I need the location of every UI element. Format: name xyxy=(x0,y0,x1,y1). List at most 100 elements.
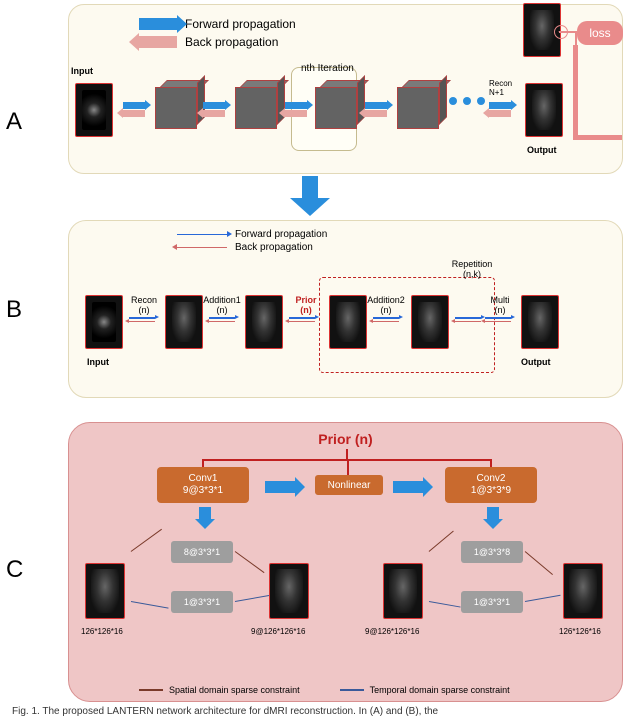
back-arrow-glyph xyxy=(139,36,177,48)
panel-a: Forward propagation Back propagation Lab… xyxy=(68,4,623,174)
filter-left-spatial-label: 8@3*3*1 xyxy=(184,547,220,557)
filter-left-spatial: 8@3*3*1 xyxy=(171,541,233,563)
b-conn-4 xyxy=(373,317,399,322)
conv1-dims: 9@3*3*1 xyxy=(183,485,223,497)
legend-b-forward-label: Forward propagation xyxy=(235,229,327,240)
legend-b: Forward propagation Back propagation xyxy=(177,229,327,255)
nth-iteration-label: nth Iteration xyxy=(301,63,354,74)
output-label: Output xyxy=(527,145,557,155)
forward-arrow-glyph xyxy=(139,18,177,30)
legend-temporal: Temporal domain sparse constraint xyxy=(340,685,510,695)
loss-box: loss xyxy=(577,21,623,45)
ellipsis-dots xyxy=(449,97,485,105)
legend-back-row: Back propagation xyxy=(139,35,296,49)
figure-root: Forward propagation Back propagation Lab… xyxy=(0,0,640,724)
iteration-cube-2 xyxy=(235,81,283,129)
b-conn-1 xyxy=(129,317,155,322)
b-conn-3 xyxy=(289,317,315,322)
arrow-conv1-down xyxy=(195,507,215,529)
legend-a: Forward propagation Back propagation xyxy=(139,17,296,53)
c-midr-dim: 9@126*126*16 xyxy=(365,627,419,636)
panel-c-letter: C xyxy=(6,556,23,584)
legend-b-forward: Forward propagation xyxy=(177,229,327,240)
output-image xyxy=(525,83,563,137)
b-conn-5 xyxy=(455,317,481,322)
bi-arrow-3 xyxy=(285,102,307,117)
c-mid-right-img xyxy=(383,563,423,619)
prior-left-drop xyxy=(202,459,204,467)
legend-forward-label: Forward propagation xyxy=(185,17,296,31)
conn-in-to-temporal-r xyxy=(429,601,461,608)
b-step-multi: Multi (n) xyxy=(475,295,525,315)
legend-back-label: Back propagation xyxy=(185,35,278,49)
b-step-recon: Recon (n) xyxy=(119,295,169,315)
legend-forward-row: Forward propagation xyxy=(139,17,296,31)
input-label: Input xyxy=(71,66,93,76)
panel-c: Prior (n) Conv1 9@3*3*1 Nonlinear Conv2 … xyxy=(68,422,623,702)
nonlinear-box: Nonlinear xyxy=(315,475,383,495)
nonlinear-label: Nonlinear xyxy=(328,480,371,491)
panel-a-flow: nth Iteration Input Recon N+1 Output xyxy=(75,67,620,167)
c-midl-dim: 9@126*126*16 xyxy=(251,627,305,636)
panel-c-legend: Spatial domain sparse constraint Tempora… xyxy=(139,685,510,695)
b-input-image xyxy=(85,295,123,349)
b-step-add2: Addition2 (n) xyxy=(361,295,411,315)
iteration-cube-4 xyxy=(397,81,445,129)
b-step-add1: Addition1 (n) xyxy=(197,295,247,315)
filter-left-temporal: 1@3*3*1 xyxy=(171,591,233,613)
conv2-dims: 1@3*3*9 xyxy=(471,485,511,497)
b-conn-2 xyxy=(209,317,235,322)
filter-right-spatial-label: 1@3*3*8 xyxy=(474,547,510,557)
filter-right-spatial: 1@3*3*8 xyxy=(461,541,523,563)
legend-b-back-label: Back propagation xyxy=(235,242,313,253)
b-step-prior: Prior (n) xyxy=(281,295,331,315)
legend-b-back: Back propagation xyxy=(177,242,327,253)
label-caption: Label xyxy=(525,0,549,1)
loss-label: loss xyxy=(589,26,610,40)
panel-b: Forward propagation Back propagation Rep… xyxy=(68,220,623,398)
conn-spatial-r-out xyxy=(525,551,553,575)
a-to-b-arrow xyxy=(290,176,330,216)
b-output-image xyxy=(521,295,559,349)
conv2-box: Conv2 1@3*3*9 xyxy=(445,467,537,503)
bi-arrow-4 xyxy=(365,102,387,117)
conn-spatial-l-out xyxy=(235,551,265,573)
c-mid-left-img xyxy=(269,563,309,619)
loss-minus-icon: − xyxy=(554,25,568,39)
prior-stem xyxy=(346,449,348,459)
c-output-img xyxy=(563,563,603,619)
legend-temporal-label: Temporal domain sparse constraint xyxy=(370,685,510,695)
recon-n1-label: Recon N+1 xyxy=(489,79,512,97)
panel-a-letter: A xyxy=(6,108,22,136)
b-output-label: Output xyxy=(521,357,551,367)
conv2-name: Conv2 xyxy=(477,473,506,485)
arrow-nl-to-conv2 xyxy=(393,477,433,497)
prior-right-drop xyxy=(490,459,492,467)
iteration-cube-1 xyxy=(155,81,203,129)
c-input-dim: 126*126*16 xyxy=(81,627,123,636)
conn-temporal-r-out xyxy=(525,595,561,602)
b-img-2 xyxy=(245,295,283,349)
b-conn-6 xyxy=(485,317,511,322)
prior-title: Prior (n) xyxy=(69,431,622,447)
b-input-label: Input xyxy=(87,357,109,367)
legend-spatial-label: Spatial domain sparse constraint xyxy=(169,685,300,695)
prior-mid-drop xyxy=(347,459,349,475)
panel-b-letter: B xyxy=(6,296,22,324)
filter-right-temporal: 1@3*3*1 xyxy=(461,591,523,613)
nth-iteration-cube xyxy=(315,81,363,129)
panel-b-flow: Repetition (n,k) Input Recon (n) Additio… xyxy=(73,281,619,391)
arrow-conv2-down xyxy=(483,507,503,529)
filter-left-temporal-label: 1@3*3*1 xyxy=(184,597,220,607)
conn-in-to-spatial-r xyxy=(429,531,454,552)
c-output-dim: 126*126*16 xyxy=(559,627,601,636)
bi-arrow-5 xyxy=(489,102,511,117)
bi-arrow-1 xyxy=(123,102,145,117)
conn-in-to-temporal-l xyxy=(131,601,169,609)
conn-in-to-spatial-l xyxy=(131,529,162,552)
legend-spatial: Spatial domain sparse constraint xyxy=(139,685,300,695)
arrow-conv1-to-nl xyxy=(265,477,305,497)
c-input-img xyxy=(85,563,125,619)
conn-temporal-l-out xyxy=(235,595,271,602)
input-kspace-image xyxy=(75,83,113,137)
